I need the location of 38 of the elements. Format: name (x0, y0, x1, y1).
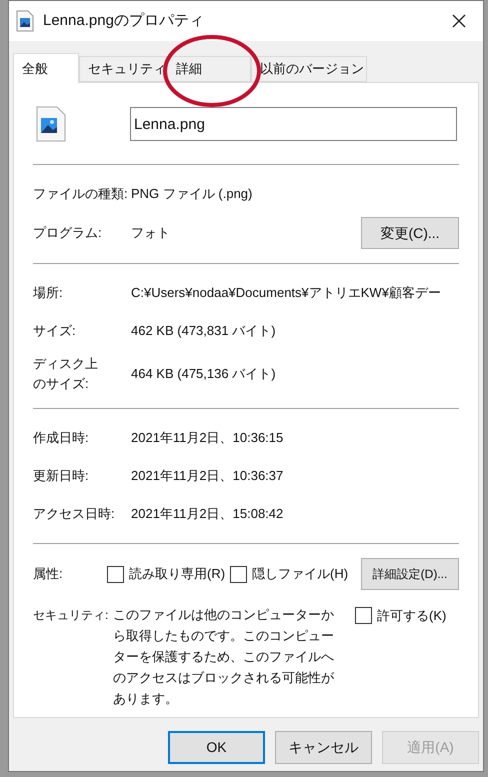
image-file-icon (16, 10, 34, 32)
field-value: 464 KB (475,136 バイト) (131, 365, 277, 384)
checkbox[interactable] (230, 566, 248, 582)
field-value: PNG ファイル (.png) (131, 185, 254, 204)
security-message: このファイルは他のコンピューターから取得したものです。このコンピューターを保護するため、このファイルへのアクセスはブロックされる可能性があります。 (113, 606, 335, 708)
dialog-button[interactable]: OK (168, 731, 265, 764)
tab[interactable]: 詳細 (167, 56, 251, 82)
field-label: サイズ: (33, 322, 77, 340)
dialog-button[interactable]: キャンセル (275, 731, 372, 764)
file-name-field[interactable]: Lenna.png (130, 107, 457, 141)
field-label: セキュリティ: (33, 607, 110, 624)
checkbox-label[interactable]: 隠しファイル(H) (252, 564, 348, 584)
checkbox-label[interactable]: 許可する(K) (377, 606, 446, 626)
field-label: 作成日時: (33, 429, 90, 447)
field-value: 2021年11月2日、10:36:37 (131, 467, 284, 486)
checkbox-label[interactable]: 読み取り専用(R) (129, 564, 226, 584)
field-label: 場所: (33, 284, 64, 302)
advanced-button[interactable]: 詳細設定(D)... (361, 558, 459, 590)
field-label: アクセス日時: (33, 505, 116, 523)
field-value: 2021年11月2日、10:36:15 (131, 429, 284, 448)
field-label: 更新日時: (33, 467, 90, 485)
field-value: フォト (131, 224, 171, 242)
field-label: 属性: (33, 565, 64, 584)
field-label: ディスク上のサイズ: (33, 355, 99, 393)
tab[interactable]: セキュリティ (79, 56, 167, 82)
checkbox[interactable] (107, 566, 124, 582)
close-icon[interactable] (452, 14, 466, 28)
field-label: プログラム: (33, 224, 103, 242)
tab[interactable]: 全般 (13, 53, 79, 83)
field-value: 2021年11月2日、15:08:42 (131, 505, 284, 524)
checkbox[interactable] (355, 607, 372, 624)
window-title: Lenna.pngのプロパティ (43, 10, 204, 31)
field-label: ファイルの種類: (33, 185, 129, 203)
tab[interactable]: 以前のバージョン (251, 56, 367, 82)
field-value: C:¥Users¥nodaa¥Documents¥アトリエKW¥顧客デー (131, 284, 442, 302)
change-button[interactable]: 変更(C)... (361, 217, 459, 249)
field-value: 462 KB (473,831 バイト) (131, 322, 277, 340)
image-file-icon (36, 106, 66, 142)
